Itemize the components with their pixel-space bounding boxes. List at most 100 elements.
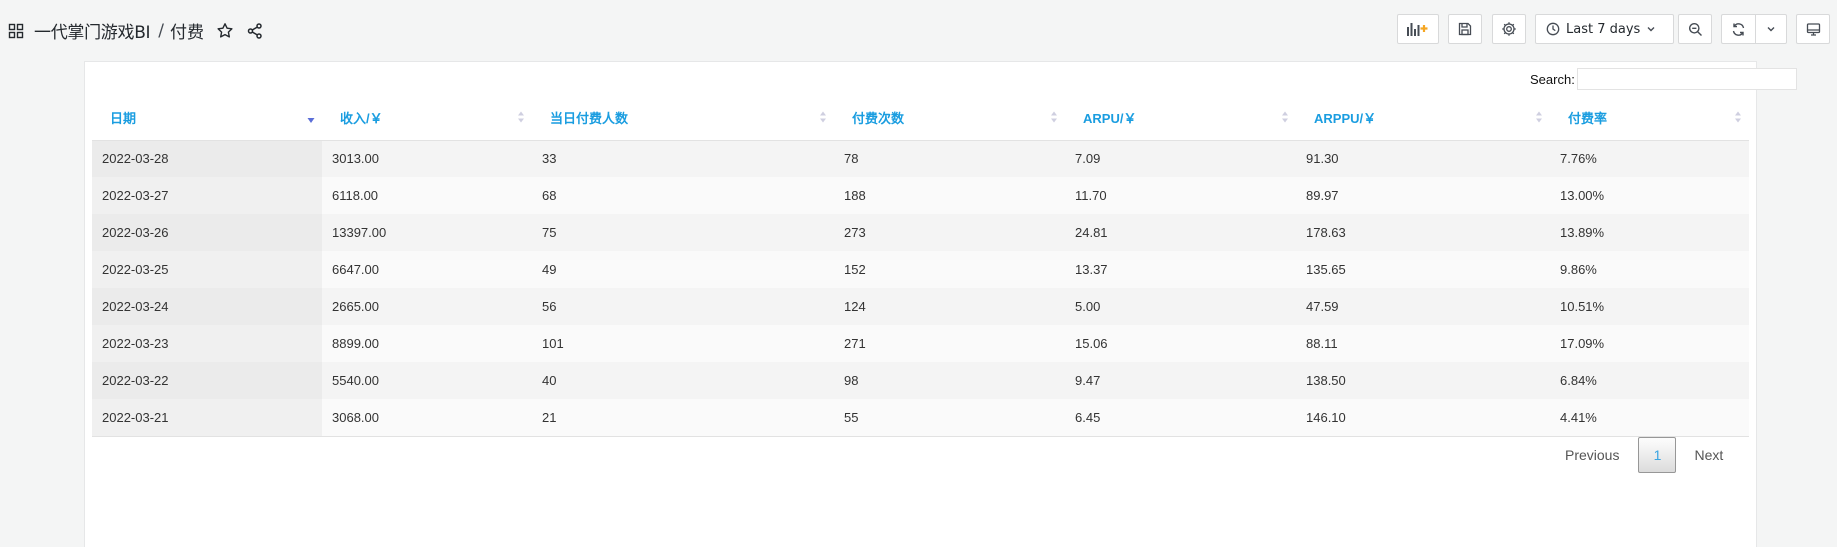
pagination: Previous 1 Next xyxy=(1565,436,1723,473)
next-page-button[interactable]: Next xyxy=(1694,447,1723,463)
time-range-label: Last 7 days xyxy=(1566,21,1641,37)
cell-revenue: 2665.00 xyxy=(322,288,532,325)
cell-revenue: 3013.00 xyxy=(322,140,532,177)
cell-revenue: 3068.00 xyxy=(322,399,532,437)
cell-payment-count: 188 xyxy=(834,177,1065,214)
cell-arpu: 24.81 xyxy=(1065,214,1296,251)
cell-daily-payers: 68 xyxy=(532,177,834,214)
cell-date: 2022-03-21 xyxy=(92,399,322,437)
cell-arppu: 88.11 xyxy=(1296,325,1550,362)
cell-pay-rate: 4.41% xyxy=(1550,399,1749,437)
time-picker-button[interactable]: Last 7 days xyxy=(1535,14,1674,44)
refresh-interval-dropdown[interactable] xyxy=(1755,14,1787,44)
add-panel-button[interactable] xyxy=(1397,14,1439,44)
top-navbar: 一代掌门游戏BI / 付费 Last 7 days xyxy=(0,0,1837,60)
view-mode-button[interactable] xyxy=(1796,14,1830,44)
cell-revenue: 5540.00 xyxy=(322,362,532,399)
table-row: 2022-03-26 13397.00 75 273 24.81 178.63 … xyxy=(92,214,1749,251)
zoom-out-icon xyxy=(1688,22,1703,37)
cell-daily-payers: 56 xyxy=(532,288,834,325)
sort-desc-icon xyxy=(306,109,316,125)
refresh-button[interactable] xyxy=(1721,14,1755,44)
payment-table: 日期 收入/￥ 当日付费人数 付费次数 ARPU/￥ ARPPU/￥ 付费率 2… xyxy=(92,95,1749,437)
cell-daily-payers: 33 xyxy=(532,140,834,177)
cell-date: 2022-03-23 xyxy=(92,325,322,362)
cell-date: 2022-03-22 xyxy=(92,362,322,399)
table-body: 2022-03-28 3013.00 33 78 7.09 91.30 7.76… xyxy=(92,140,1749,437)
add-panel-icon xyxy=(1406,21,1430,37)
cell-arpu: 11.70 xyxy=(1065,177,1296,214)
cell-daily-payers: 101 xyxy=(532,325,834,362)
cell-pay-rate: 7.76% xyxy=(1550,140,1749,177)
column-header-daily-payers[interactable]: 当日付费人数 xyxy=(532,95,834,141)
table-panel: Search: 日期 收入/￥ 当日付费人数 付费次数 ARPU/￥ ARPPU… xyxy=(84,61,1797,547)
column-header-label: 付费率 xyxy=(1568,110,1608,126)
column-header-date[interactable]: 日期 xyxy=(92,95,322,141)
table-row: 2022-03-28 3013.00 33 78 7.09 91.30 7.76… xyxy=(92,140,1749,177)
previous-page-button[interactable]: Previous xyxy=(1565,447,1619,463)
cell-pay-rate: 10.51% xyxy=(1550,288,1749,325)
cell-arpu: 7.09 xyxy=(1065,140,1296,177)
table-row: 2022-03-22 5540.00 40 98 9.47 138.50 6.8… xyxy=(92,362,1749,399)
column-header-label: 当日付费人数 xyxy=(550,110,629,126)
chevron-down-icon xyxy=(1766,24,1776,34)
cell-arpu: 13.37 xyxy=(1065,251,1296,288)
column-header-label: 收入/￥ xyxy=(340,110,383,126)
refresh-icon xyxy=(1731,22,1746,37)
column-header-arpu[interactable]: ARPU/￥ xyxy=(1065,95,1296,141)
current-page-button[interactable]: 1 xyxy=(1638,436,1677,473)
cell-arppu: 138.50 xyxy=(1296,362,1550,399)
table-row: 2022-03-25 6647.00 49 152 13.37 135.65 9… xyxy=(92,251,1749,288)
column-header-payment-count[interactable]: 付费次数 xyxy=(834,95,1065,141)
cell-arpu: 6.45 xyxy=(1065,399,1296,437)
column-header-label: 日期 xyxy=(110,110,137,126)
cell-pay-rate: 9.86% xyxy=(1550,251,1749,288)
cell-arppu: 91.30 xyxy=(1296,140,1550,177)
cell-arppu: 178.63 xyxy=(1296,214,1550,251)
cell-pay-rate: 13.00% xyxy=(1550,177,1749,214)
sort-icon xyxy=(1049,109,1059,125)
cell-payment-count: 78 xyxy=(834,140,1065,177)
cell-arppu: 47.59 xyxy=(1296,288,1550,325)
cell-date: 2022-03-26 xyxy=(92,214,322,251)
cell-arpu: 9.47 xyxy=(1065,362,1296,399)
cell-revenue: 6118.00 xyxy=(322,177,532,214)
clock-icon xyxy=(1546,22,1560,36)
search-box: Search: xyxy=(1530,68,1797,90)
table-row: 2022-03-21 3068.00 21 55 6.45 146.10 4.4… xyxy=(92,399,1749,437)
cell-payment-count: 152 xyxy=(834,251,1065,288)
chevron-down-icon xyxy=(1646,24,1656,34)
dashboard-settings-button[interactable] xyxy=(1492,14,1526,44)
cell-pay-rate: 17.09% xyxy=(1550,325,1749,362)
zoom-out-button[interactable] xyxy=(1678,14,1712,44)
search-label: Search: xyxy=(1530,71,1575,87)
column-header-revenue[interactable]: 收入/￥ xyxy=(322,95,532,141)
cell-payment-count: 98 xyxy=(834,362,1065,399)
sort-icon xyxy=(1733,109,1743,125)
cell-date: 2022-03-24 xyxy=(92,288,322,325)
column-header-pay-rate[interactable]: 付费率 xyxy=(1550,95,1749,141)
cell-revenue: 8899.00 xyxy=(322,325,532,362)
column-header-label: ARPPU/￥ xyxy=(1314,110,1377,126)
save-icon xyxy=(1458,22,1472,36)
tv-icon xyxy=(1806,22,1821,37)
column-header-arppu[interactable]: ARPPU/￥ xyxy=(1296,95,1550,141)
save-dashboard-button[interactable] xyxy=(1448,14,1482,44)
column-header-label: ARPU/￥ xyxy=(1083,110,1137,126)
cell-payment-count: 273 xyxy=(834,214,1065,251)
cell-arpu: 5.00 xyxy=(1065,288,1296,325)
table-header-row: 日期 收入/￥ 当日付费人数 付费次数 ARPU/￥ ARPPU/￥ 付费率 xyxy=(92,95,1749,141)
table-row: 2022-03-27 6118.00 68 188 11.70 89.97 13… xyxy=(92,177,1749,214)
cell-daily-payers: 21 xyxy=(532,399,834,437)
sort-icon xyxy=(1534,109,1544,125)
cell-payment-count: 55 xyxy=(834,399,1065,437)
cell-daily-payers: 75 xyxy=(532,214,834,251)
cell-pay-rate: 13.89% xyxy=(1550,214,1749,251)
cell-date: 2022-03-25 xyxy=(92,251,322,288)
cell-payment-count: 271 xyxy=(834,325,1065,362)
sort-icon xyxy=(818,109,828,125)
cell-daily-payers: 49 xyxy=(532,251,834,288)
search-input[interactable] xyxy=(1576,68,1797,90)
cell-payment-count: 124 xyxy=(834,288,1065,325)
cell-daily-payers: 40 xyxy=(532,362,834,399)
